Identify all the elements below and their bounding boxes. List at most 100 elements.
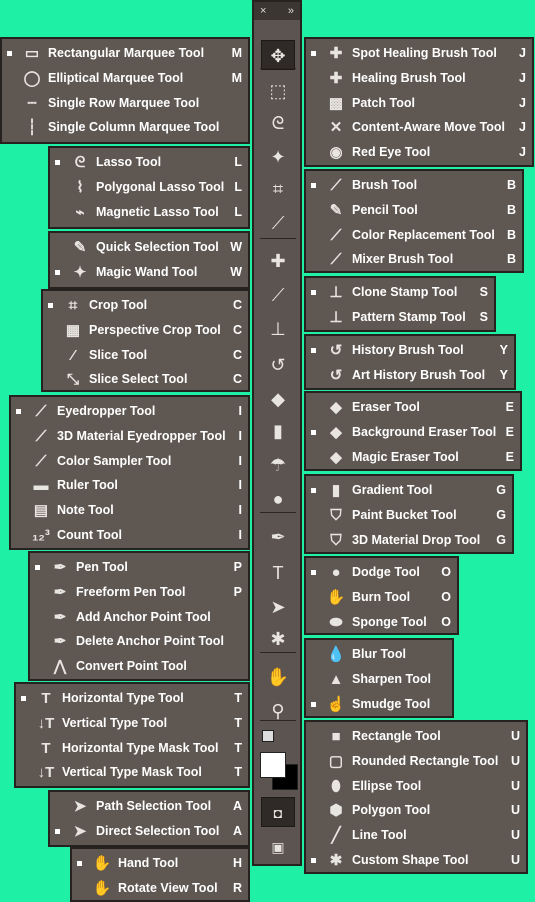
gradient-icon[interactable]: ▮ (261, 416, 295, 446)
flyout-item[interactable]: ✒ Add Anchor Point Tool (30, 605, 248, 630)
flyout-item[interactable]: ➤ Direct Selection Tool A (50, 819, 248, 844)
tool-label: Line Tool (352, 828, 407, 843)
path-selection-icon[interactable]: ➤ (261, 592, 295, 622)
selection-flyout: ✎ Quick Selection Tool W ✦ Magic Wand Tool W (48, 231, 250, 289)
flyout-item[interactable]: ☝ Smudge Tool (306, 692, 452, 717)
flyout-item[interactable]: ■ Rectangle Tool U (306, 724, 526, 749)
flyout-item[interactable]: ● Dodge Tool O (306, 560, 457, 585)
blur-icon[interactable]: ☂ (261, 450, 295, 480)
flyout-item[interactable]: ◆ Background Eraser Tool E (306, 420, 520, 445)
flyout-item[interactable]: ▩ Patch Tool J (306, 91, 532, 116)
flyout-item[interactable]: ┄ Single Row Marquee Tool (2, 91, 248, 116)
flyout-item[interactable]: ✎ Pencil Tool B (306, 198, 522, 223)
expand-icon[interactable]: » (288, 2, 294, 20)
flyout-item[interactable]: ✋ Burn Tool O (306, 585, 457, 610)
custom-shape-icon[interactable]: ✱ (261, 624, 295, 654)
flyout-item[interactable]: ⬬ Sponge Tool O (306, 610, 457, 635)
flyout-item[interactable]: ✒ Freeform Pen Tool P (30, 580, 248, 605)
flyout-item[interactable]: ▲ Sharpen Tool (306, 667, 452, 692)
flyout-item[interactable]: ⟋ Brush Tool B (306, 173, 522, 198)
flyout-item[interactable]: ⟋ 3D Material Eyedropper Tool I (11, 424, 248, 449)
marquee-icon[interactable]: ⬚ (261, 76, 295, 106)
flyout-item[interactable]: ⌗ Crop Tool C (43, 293, 248, 318)
tool-label: Paint Bucket Tool (352, 507, 457, 522)
eraser-icon[interactable]: ◆ (261, 384, 295, 414)
flyout-item[interactable]: ✚ Spot Healing Brush Tool J (306, 41, 532, 66)
flyout-item[interactable]: ✕ Content-Aware Move Tool J (306, 115, 532, 140)
close-icon[interactable]: × (260, 2, 266, 20)
flyout-item[interactable]: ₁₂³ Count Tool I (11, 523, 248, 548)
flyout-item[interactable]: ▮ Gradient Tool G (306, 478, 512, 503)
flyout-item[interactable]: ⟋ Color Replacement Tool B (306, 223, 522, 248)
flyout-item[interactable]: ⁄ Slice Tool C (43, 343, 248, 368)
tool-label: Delete Anchor Point Tool (76, 634, 224, 649)
flyout-item[interactable]: ┆ Single Column Marquee Tool (2, 115, 248, 140)
foreground-color-swatch[interactable] (260, 752, 286, 778)
flyout-item[interactable]: ▬ Ruler Tool I (11, 473, 248, 498)
flyout-item[interactable]: ✦ Magic Wand Tool W (50, 260, 248, 285)
flyout-item[interactable]: ᘓ Lasso Tool L (50, 150, 248, 175)
flyout-item[interactable]: ⊥ Pattern Stamp Tool S (306, 305, 494, 330)
flyout-item[interactable]: ⬮ Ellipse Tool U (306, 774, 526, 799)
tool-label: Add Anchor Point Tool (76, 609, 211, 624)
hand-icon[interactable]: ✋ (261, 662, 295, 692)
move-icon[interactable]: ✥ (261, 40, 295, 70)
brush-icon[interactable]: ⟋ (261, 280, 295, 310)
flyout-item[interactable]: ⟋ Eyedropper Tool I (11, 399, 248, 424)
tool-label: 3D Material Eyedropper Tool (57, 428, 226, 443)
eyedropper-icon[interactable]: ⟋ (261, 208, 295, 238)
magic-wand-icon[interactable]: ✦ (261, 142, 295, 172)
flyout-item[interactable]: ✒ Delete Anchor Point Tool (30, 629, 248, 654)
flyout-item[interactable]: ⤡ Slice Select Tool C (43, 367, 248, 392)
clone-stamp-icon[interactable]: ⊥ (261, 314, 295, 344)
pen-icon[interactable]: ✒ (261, 522, 295, 552)
tool-icon: ↺ (329, 366, 343, 384)
flyout-item[interactable]: 💧 Blur Tool (306, 642, 452, 667)
flyout-item[interactable]: ▭ Rectangular Marquee Tool M (2, 41, 248, 66)
flyout-item[interactable]: ✎ Quick Selection Tool W (50, 235, 248, 260)
flyout-item[interactable]: ⟋ Color Sampler Tool I (11, 449, 248, 474)
flyout-item[interactable]: ⛉ Paint Bucket Tool G (306, 503, 512, 528)
lasso-icon[interactable]: ᘓ (261, 108, 295, 138)
quick-mask-button[interactable]: ◘ (261, 797, 295, 827)
flyout-item[interactable]: ╱ Line Tool U (306, 823, 526, 848)
flyout-item[interactable]: ⟋ Mixer Brush Tool B (306, 247, 522, 272)
swap-colors-icon[interactable] (262, 730, 274, 742)
flyout-item[interactable]: ✚ Healing Brush Tool J (306, 66, 532, 91)
flyout-item[interactable]: ⊥ Clone Stamp Tool S (306, 280, 494, 305)
flyout-item[interactable]: ↓T Vertical Type Tool T (16, 711, 248, 736)
flyout-item[interactable]: ⌁ Magnetic Lasso Tool L (50, 200, 248, 225)
flyout-item[interactable]: ◆ Magic Eraser Tool E (306, 445, 520, 470)
shortcut-key: C (232, 298, 242, 312)
flyout-item[interactable]: ▤ Note Tool I (11, 498, 248, 523)
spot-healing-icon[interactable]: ✚ (261, 246, 295, 276)
history-brush-icon[interactable]: ↺ (261, 350, 295, 380)
flyout-item[interactable]: ⋀ Convert Point Tool (30, 654, 248, 679)
flyout-item[interactable]: ◆ Eraser Tool E (306, 395, 520, 420)
shortcut-key: L (234, 179, 242, 194)
flyout-item[interactable]: ⬢ Polygon Tool U (306, 798, 526, 823)
flyout-item[interactable]: ↺ Art History Brush Tool Y (306, 363, 514, 388)
flyout-item[interactable]: ▢ Rounded Rectangle Tool U (306, 749, 526, 774)
flyout-item[interactable]: ⛉ 3D Material Drop Tool G (306, 528, 512, 553)
flyout-item[interactable]: ↺ History Brush Tool Y (306, 338, 514, 363)
flyout-item[interactable]: ✱ Custom Shape Tool U (306, 848, 526, 873)
type-icon[interactable]: T (261, 558, 295, 588)
dodge-icon[interactable]: ● (261, 484, 295, 514)
crop-icon[interactable]: ⌗ (261, 174, 295, 204)
pen-flyout: ✒ Pen Tool P ✒ Freeform Pen Tool P ✒ Add Anchor… (28, 551, 250, 681)
screen-mode-button[interactable]: ▣ (261, 832, 295, 862)
zoom-icon[interactable]: ⚲ (261, 696, 295, 726)
flyout-item[interactable]: ✒ Pen Tool P (30, 555, 248, 580)
flyout-item[interactable]: ◯ Elliptical Marquee Tool M (2, 66, 248, 91)
flyout-item[interactable]: ➤ Path Selection Tool A (50, 794, 248, 819)
tool-label: Single Column Marquee Tool (48, 120, 220, 135)
flyout-item[interactable]: ⌇ Polygonal Lasso Tool L (50, 175, 248, 200)
flyout-item[interactable]: T Horizontal Type Mask Tool T (16, 736, 248, 761)
flyout-item[interactable]: ↓T Vertical Type Mask Tool T (16, 760, 248, 785)
flyout-item[interactable]: ◉ Red Eye Tool J (306, 140, 532, 165)
flyout-item[interactable]: ✋ Hand Tool H (72, 851, 248, 876)
flyout-item[interactable]: ▦ Perspective Crop Tool C (43, 318, 248, 343)
flyout-item[interactable]: T Horizontal Type Tool T (16, 686, 248, 711)
flyout-item[interactable]: ✋ Rotate View Tool R (72, 876, 248, 901)
